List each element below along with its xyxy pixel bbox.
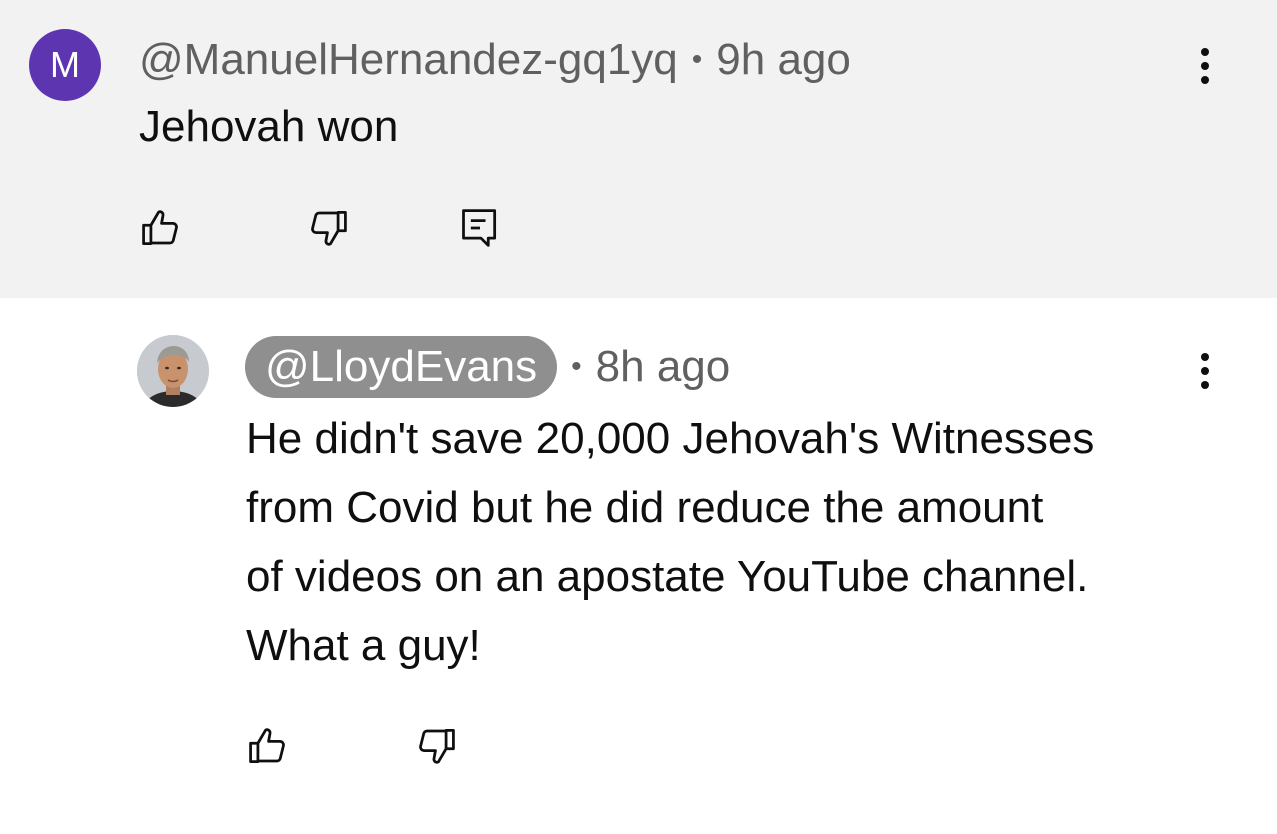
comment-text-line: What a guy! <box>246 621 481 670</box>
thumbs-up-icon <box>142 210 178 245</box>
separator-dot: • <box>691 43 703 76</box>
comment-header: @LloydEvans • 8h ago <box>245 335 730 399</box>
vertical-ellipsis-icon <box>1201 48 1209 56</box>
comments-thread: M @ManuelHernandez-gq1yq • 9h ago Jehova… <box>0 0 1277 834</box>
separator-dot: • <box>571 350 582 383</box>
comment-text: He didn't save 20,000 Jehovah's Witnesse… <box>246 404 1226 680</box>
highlighted-comment: M @ManuelHernandez-gq1yq • 9h ago Jehova… <box>0 0 1277 298</box>
comment-timestamp[interactable]: 9h ago <box>716 35 851 85</box>
dislike-button[interactable] <box>414 724 458 768</box>
channel-owner-author-badge[interactable]: @LloydEvans <box>245 336 558 398</box>
thumbs-down-icon <box>419 729 455 764</box>
comment-text: Jehovah won <box>139 102 399 151</box>
dislike-button[interactable] <box>306 206 350 250</box>
avatar[interactable]: M <box>29 29 101 101</box>
more-options-button[interactable] <box>1185 343 1225 399</box>
like-button[interactable] <box>139 206 183 250</box>
comment-author[interactable]: @ManuelHernandez-gq1yq <box>139 35 678 85</box>
thumbs-up-icon <box>249 728 285 763</box>
comment-header: @ManuelHernandez-gq1yq • 9h ago <box>139 30 851 90</box>
more-options-button[interactable] <box>1185 38 1225 94</box>
reply-button[interactable] <box>458 206 502 250</box>
comment-text-line: from Covid but he did reduce the amount <box>246 483 1044 532</box>
vertical-ellipsis-icon <box>1201 353 1209 361</box>
comment-text-line: of videos on an apostate YouTube channel… <box>246 552 1089 601</box>
reply-comment-icon <box>462 209 497 247</box>
like-button[interactable] <box>246 724 290 768</box>
thumbs-down-icon <box>311 211 347 246</box>
comment-text-line: He didn't save 20,000 Jehovah's Witnesse… <box>246 414 1095 463</box>
user-photo-avatar <box>137 335 209 407</box>
avatar[interactable] <box>137 335 209 407</box>
comment-timestamp[interactable]: 8h ago <box>596 342 731 392</box>
